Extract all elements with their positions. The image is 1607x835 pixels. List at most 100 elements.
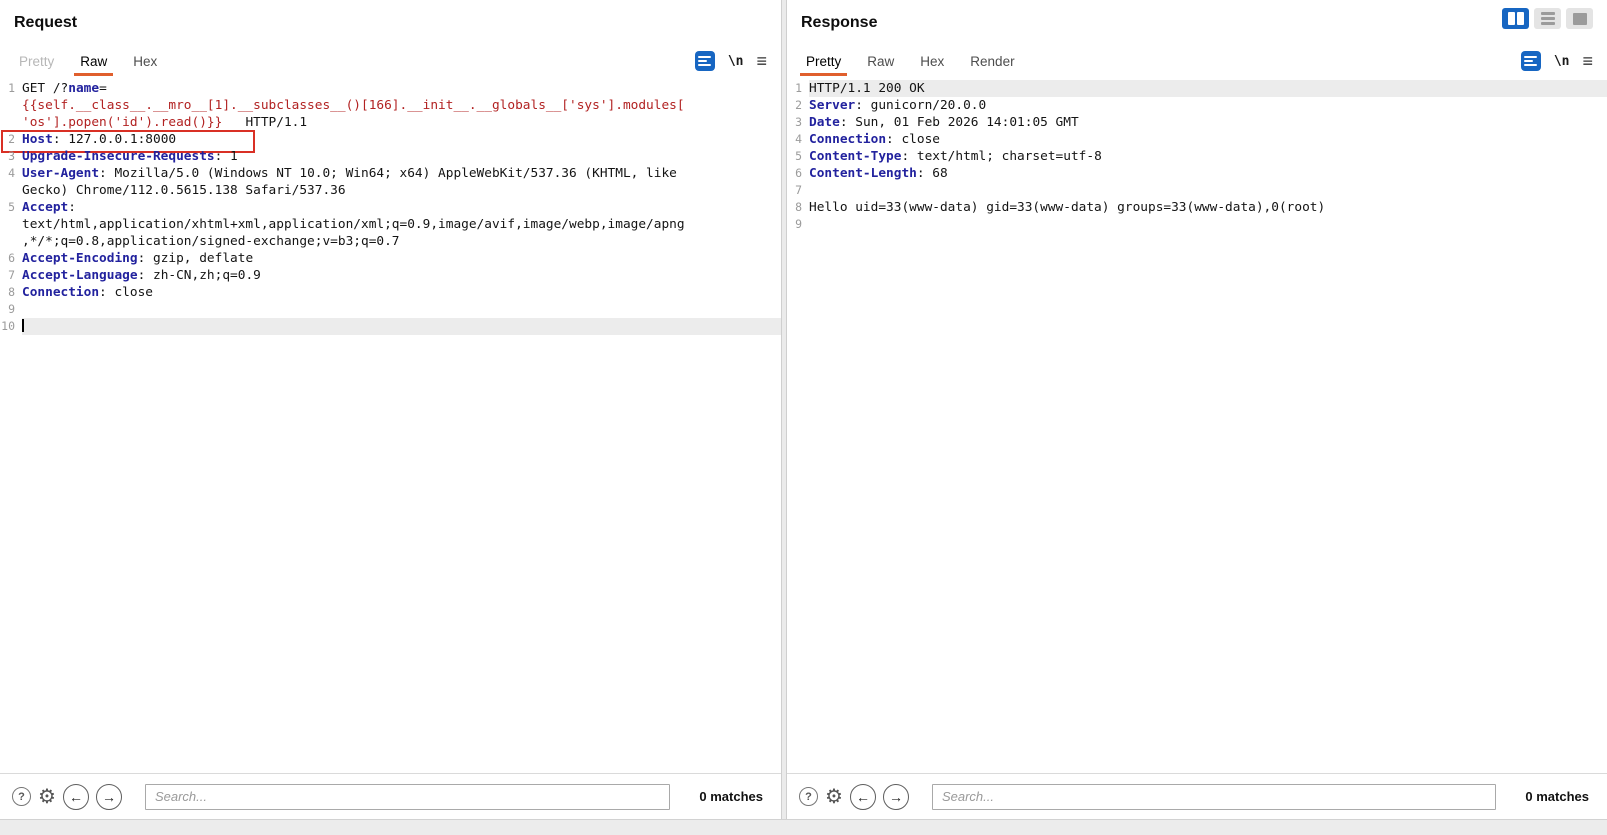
line-number: 10	[1, 319, 15, 333]
line-content: Host: 127.0.0.1:8000	[22, 132, 177, 147]
request-search-input[interactable]	[144, 783, 671, 810]
line-content: Upgrade-Insecure-Requests: 1	[22, 149, 238, 164]
response-tab-pretty[interactable]: Pretty	[793, 46, 854, 76]
next-match-button[interactable]: →	[95, 783, 122, 810]
columns-icon	[1507, 12, 1515, 25]
line-number: 7	[8, 268, 15, 282]
request-tab-raw[interactable]: Raw	[67, 46, 120, 76]
window-bottom-strip	[0, 819, 1607, 835]
line-number: 2	[795, 98, 802, 112]
response-search-bar: ? ⚙ ← → 0 matches	[787, 773, 1607, 819]
line-number: 4	[8, 166, 15, 180]
line-number: 6	[795, 166, 802, 180]
line-content: User-Agent: Mozilla/5.0 (Windows NT 10.0…	[22, 166, 677, 198]
editor-line[interactable]: 6 Content-Length: 68	[787, 165, 1607, 182]
editor-line[interactable]: 8 Hello uid=33(www-data) gid=33(www-data)…	[787, 199, 1607, 216]
response-tab-hex[interactable]: Hex	[907, 46, 957, 76]
response-match-count: 0 matches	[1525, 789, 1589, 804]
settings-gear-icon[interactable]: ⚙	[38, 787, 56, 807]
line-number: 8	[795, 200, 802, 214]
line-content: Hello uid=33(www-data) gid=33(www-data) …	[809, 200, 1326, 215]
editor-menu-icon[interactable]: ≡	[756, 52, 767, 70]
response-editor-toolbar: \n ≡	[1520, 46, 1599, 76]
line-number: 8	[8, 285, 15, 299]
editor-line[interactable]: 4 User-Agent: Mozilla/5.0 (Windows NT 10.…	[0, 165, 781, 199]
single-pane-icon	[1572, 12, 1587, 25]
editor-line[interactable]: 9	[0, 301, 781, 318]
line-content: Accept: text/html,application/xhtml+xml,…	[22, 200, 685, 249]
request-editor-toolbar: \n ≡	[694, 46, 773, 76]
previous-match-button[interactable]: ←	[849, 783, 876, 810]
syntax-highlight-icon[interactable]	[694, 51, 715, 71]
layout-single-button[interactable]	[1566, 8, 1593, 29]
request-tabbar: Pretty Raw Hex \n ≡	[0, 46, 781, 76]
show-newlines-icon[interactable]: \n	[728, 54, 744, 69]
line-content	[809, 182, 1607, 199]
request-panel: Request Pretty Raw Hex \n ≡ 1 GET /?name=…	[0, 0, 781, 819]
request-panel-header: Request	[0, 0, 781, 46]
line-number: 2	[8, 132, 15, 146]
editor-line[interactable]: 3 Upgrade-Insecure-Requests: 1	[0, 148, 781, 165]
line-number: 3	[8, 149, 15, 163]
request-tab-pretty[interactable]: Pretty	[6, 46, 67, 76]
response-editor[interactable]: 1 HTTP/1.1 200 OK 2 Server: gunicorn/20.0.0…	[787, 76, 1607, 773]
response-panel: Response Pretty Raw Hex Render \n ≡ 1 HT…	[787, 0, 1607, 819]
rows-icon	[1540, 12, 1555, 25]
editor-line[interactable]: 5 Accept: text/html,application/xhtml+xml…	[0, 199, 781, 250]
editor-line[interactable]: 9	[787, 216, 1607, 233]
editor-line[interactable]: 6 Accept-Encoding: gzip, deflate	[0, 250, 781, 267]
editor-line[interactable]: 4 Connection: close	[787, 131, 1607, 148]
line-number: 3	[795, 115, 802, 129]
editor-line[interactable]: 7 Accept-Language: zh-CN,zh;q=0.9	[0, 267, 781, 284]
request-search-bar: ? ⚙ ← → 0 matches	[0, 773, 781, 819]
syntax-highlight-icon[interactable]	[1520, 51, 1541, 71]
panels-container: Request Pretty Raw Hex \n ≡ 1 GET /?name=…	[0, 0, 1607, 819]
line-content: Content-Type: text/html; charset=utf-8	[809, 149, 1102, 164]
line-content	[809, 216, 1607, 233]
line-content: Accept-Language: zh-CN,zh;q=0.9	[22, 268, 261, 283]
layout-stacked-button[interactable]	[1534, 8, 1561, 29]
editor-line[interactable]: 1 GET /?name= {{self.__class__.__mro__[1]…	[0, 80, 781, 131]
request-match-count: 0 matches	[699, 789, 763, 804]
line-content: Connection: close	[22, 285, 153, 300]
line-number: 5	[8, 200, 15, 214]
editor-line[interactable]: 5 Content-Type: text/html; charset=utf-8	[787, 148, 1607, 165]
response-panel-title: Response	[801, 14, 878, 31]
response-search-input[interactable]	[931, 783, 1497, 810]
editor-line[interactable]: 2 Host: 127.0.0.1:8000	[0, 130, 781, 153]
line-content: Server: gunicorn/20.0.0	[809, 98, 987, 113]
line-content	[22, 318, 781, 335]
line-number: 9	[8, 302, 15, 316]
line-content: HTTP/1.1 200 OK	[809, 80, 1607, 97]
next-match-button[interactable]: →	[882, 783, 909, 810]
line-number: 5	[795, 149, 802, 163]
editor-line[interactable]: 2 Server: gunicorn/20.0.0	[787, 97, 1607, 114]
response-tab-raw[interactable]: Raw	[854, 46, 907, 76]
line-content: GET /?name= {{self.__class__.__mro__[1].…	[22, 81, 685, 130]
editor-menu-icon[interactable]: ≡	[1582, 52, 1593, 70]
editor-line[interactable]: 3 Date: Sun, 01 Feb 2026 14:01:05 GMT	[787, 114, 1607, 131]
settings-gear-icon[interactable]: ⚙	[825, 787, 843, 807]
text-cursor	[22, 319, 24, 332]
help-icon[interactable]: ?	[12, 787, 31, 806]
editor-line[interactable]: 1 HTTP/1.1 200 OK	[787, 80, 1607, 97]
response-tabbar: Pretty Raw Hex Render \n ≡	[787, 46, 1607, 76]
editor-line[interactable]: 8 Connection: close	[0, 284, 781, 301]
line-number: 6	[8, 251, 15, 265]
line-content: Content-Length: 68	[809, 166, 948, 181]
request-tab-hex[interactable]: Hex	[120, 46, 170, 76]
show-newlines-icon[interactable]: \n	[1554, 54, 1570, 69]
layout-side-by-side-button[interactable]	[1502, 8, 1529, 29]
line-number: 4	[795, 132, 802, 146]
line-number: 1	[8, 81, 15, 95]
response-tab-render[interactable]: Render	[957, 46, 1027, 76]
request-editor[interactable]: 1 GET /?name= {{self.__class__.__mro__[1]…	[0, 76, 781, 773]
editor-line[interactable]: 7	[787, 182, 1607, 199]
line-number: 1	[795, 81, 802, 95]
layout-switcher	[1502, 8, 1593, 29]
line-content: Date: Sun, 01 Feb 2026 14:01:05 GMT	[809, 115, 1079, 130]
previous-match-button[interactable]: ←	[62, 783, 89, 810]
help-icon[interactable]: ?	[799, 787, 818, 806]
editor-line[interactable]: 10	[0, 318, 781, 335]
message-editor-window: Request Pretty Raw Hex \n ≡ 1 GET /?name=…	[0, 0, 1607, 835]
